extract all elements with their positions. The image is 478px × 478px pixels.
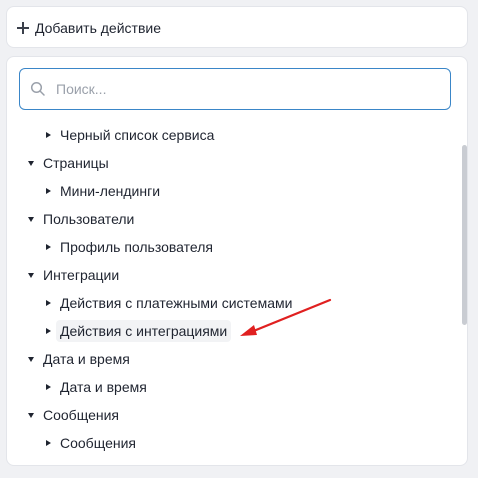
annotation-arrow — [240, 298, 332, 336]
tree-group[interactable]: Дата и время — [7, 345, 447, 373]
add-action-button[interactable]: Добавить действие — [17, 7, 161, 49]
tree-item[interactable]: Черный список сервиса — [7, 121, 447, 149]
caret-down-icon[interactable] — [28, 216, 34, 222]
search-input[interactable] — [54, 80, 438, 98]
plus-icon — [17, 22, 29, 34]
actions-tree-panel: Черный список сервиса Страницы Мини-лендин… — [6, 56, 468, 466]
caret-down-icon[interactable] — [28, 160, 34, 166]
caret-right-icon[interactable] — [46, 328, 51, 334]
tree-group[interactable]: Сообщения — [7, 401, 447, 429]
tree-item-label: Черный список сервиса — [60, 127, 215, 143]
actions-tree: Черный список сервиса Страницы Мини-лендин… — [7, 121, 447, 457]
tree-item-label: Действия с интеграциями — [56, 320, 232, 342]
tree-item-label: Пользователи — [43, 211, 135, 227]
tree-item-label: Дата и время — [43, 351, 130, 367]
tree-item-label: Сообщения — [60, 435, 136, 451]
search-field[interactable] — [19, 68, 451, 110]
tree-item-label: Страницы — [43, 155, 109, 171]
add-action-label: Добавить действие — [35, 20, 161, 36]
caret-right-icon[interactable] — [46, 132, 51, 138]
tree-item-label: Дата и время — [60, 379, 147, 395]
caret-down-icon[interactable] — [28, 412, 34, 418]
tree-group[interactable]: Страницы — [7, 149, 447, 177]
add-action-card: Добавить действие — [6, 6, 468, 48]
tree-item[interactable]: Мини-лендинги — [7, 177, 447, 205]
tree-item[interactable]: Сообщения — [7, 429, 447, 457]
caret-down-icon[interactable] — [28, 356, 34, 362]
caret-right-icon[interactable] — [46, 300, 51, 306]
tree-item-label: Мини-лендинги — [60, 183, 161, 199]
caret-right-icon[interactable] — [46, 440, 51, 446]
tree-item[interactable]: Дата и время — [7, 373, 447, 401]
caret-right-icon[interactable] — [46, 384, 51, 390]
tree-item-label: Интеграции — [43, 267, 120, 283]
scrollbar[interactable] — [462, 145, 467, 325]
tree-group[interactable]: Пользователи — [7, 205, 447, 233]
caret-right-icon[interactable] — [46, 244, 51, 250]
tree-item-label: Сообщения — [43, 407, 119, 423]
search-icon — [30, 81, 45, 96]
tree-group[interactable]: Интеграции — [7, 261, 447, 289]
tree-item-label: Профиль пользователя — [60, 239, 213, 255]
tree-item[interactable]: Профиль пользователя — [7, 233, 447, 261]
tree-item[interactable]: Действия с платежными системами — [7, 289, 447, 317]
caret-down-icon[interactable] — [28, 272, 34, 278]
caret-right-icon[interactable] — [46, 188, 51, 194]
tree-item[interactable]: Действия с интеграциями — [7, 317, 447, 345]
